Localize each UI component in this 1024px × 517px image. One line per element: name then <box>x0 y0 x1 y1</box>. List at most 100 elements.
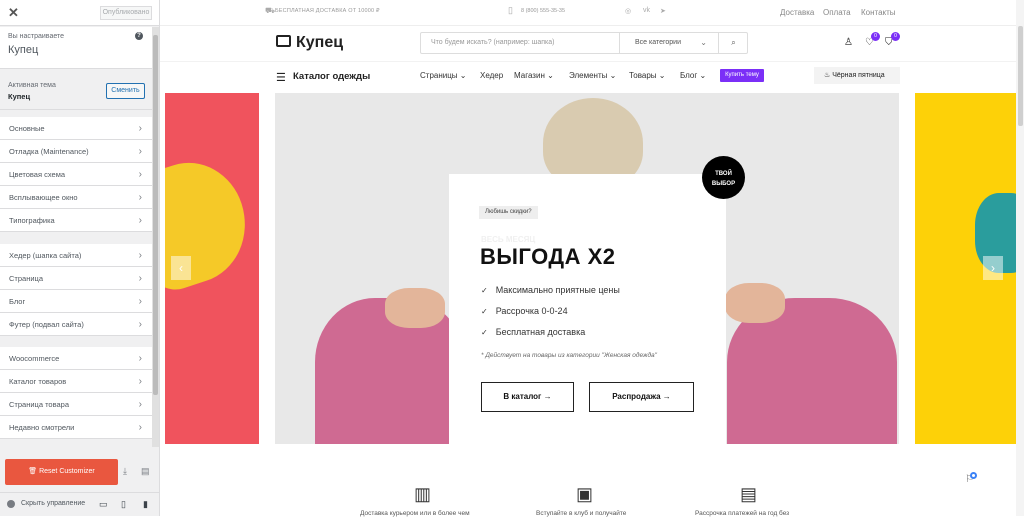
promo-feature: ✓ Максимально приятные цены <box>481 285 620 295</box>
chevron-right-icon: › <box>138 215 142 226</box>
free-shipping-text: ⛟ БЕСПЛАТНАЯ ДОСТАВКА ОТ 10000 ₽ <box>265 6 380 15</box>
close-icon[interactable]: ✕ <box>8 5 19 21</box>
chevron-right-icon: › <box>138 319 142 330</box>
hamburger-icon[interactable]: ☰ <box>276 71 286 84</box>
catalog-button[interactable]: В каталог → <box>481 382 574 412</box>
tablet-icon[interactable]: ▯ <box>121 499 126 510</box>
customizer-scrollbar[interactable] <box>152 27 159 447</box>
menu-item[interactable]: Основные › <box>0 117 152 140</box>
slider-next-arrow[interactable]: › <box>983 256 1003 280</box>
nav-elements[interactable]: Элементы ⌄ <box>569 71 616 80</box>
id-card-icon: ▣ <box>576 484 594 504</box>
search-form: Что будем искать? (например: шапка) Все … <box>420 32 748 54</box>
menu-item-label: Футер (подвал сайта) <box>9 320 84 329</box>
trash-icon: 🗑 <box>28 468 40 475</box>
slide-next-image <box>915 93 1024 444</box>
download-icon[interactable]: ⤓ <box>123 466 127 477</box>
menu-item-label: Отладка (Maintenance) <box>9 147 89 156</box>
menu-item[interactable]: Каталог товаров › <box>0 370 152 393</box>
promo-card: Любишь скидки? ВЕСЬ МЕСЯЦ ВЫГОДА Х2 ✓ Мак… <box>449 174 726 444</box>
customizing-label: Вы настраиваете <box>8 33 65 40</box>
category-select[interactable]: Все категории ⌄ <box>619 33 717 53</box>
catalog-menu[interactable]: Каталог одежды <box>293 71 370 82</box>
promo-feature: ✓ Рассрочка 0-0-24 <box>481 306 568 316</box>
publish-button[interactable]: Опубликовано <box>100 6 152 20</box>
instagram-icon[interactable]: ◎ <box>625 7 631 15</box>
nav-header[interactable]: Хедер <box>480 71 503 80</box>
phone-icon: ▯ <box>508 5 513 15</box>
menu-item[interactable]: Страница товара › <box>0 393 152 416</box>
phone-number[interactable]: ▯ 8 (800) 555-35-35 <box>508 5 565 15</box>
hide-controls-label[interactable]: Скрыть управление <box>21 500 85 507</box>
menu-group-layout: Хедер (шапка сайта) › Страница › Блог › Фут… <box>0 244 152 336</box>
chevron-right-icon: › <box>138 399 142 410</box>
check-icon: ✓ <box>481 307 488 316</box>
slider-prev-arrow[interactable]: ‹ <box>171 256 191 280</box>
desktop-icon[interactable]: ▭ <box>99 499 108 510</box>
site-topbar: ⛟ БЕСПЛАТНАЯ ДОСТАВКА ОТ 10000 ₽ ▯ 8 (800)… <box>160 0 1024 26</box>
main-nav: ☰ Каталог одежды Страницы ⌄ Хедер Магази… <box>160 61 1024 91</box>
menu-item[interactable]: Блог › <box>0 290 152 313</box>
menu-item-label: Страница <box>9 274 43 283</box>
chevron-right-icon: › <box>138 353 142 364</box>
site-title: Купец <box>8 44 39 56</box>
menu-item[interactable]: Недавно смотрели › <box>0 416 152 439</box>
black-friday-button[interactable]: ♨ Чёрная пятница <box>814 67 900 84</box>
chevron-right-icon: › <box>138 169 142 180</box>
chevron-right-icon: › <box>138 273 142 284</box>
user-icon[interactable]: ♙ <box>844 37 853 48</box>
menu-item[interactable]: Футер (подвал сайта) › <box>0 313 152 336</box>
buildings-icon: ▥ <box>414 484 432 504</box>
collapse-icon[interactable] <box>7 500 15 508</box>
nav-shop[interactable]: Магазин ⌄ <box>514 71 554 80</box>
page-scrollbar-thumb[interactable] <box>1018 26 1023 126</box>
help-icon[interactable]: ? <box>135 32 143 40</box>
vk-icon[interactable]: vk <box>643 7 650 14</box>
delivery-link[interactable]: Доставка <box>780 8 814 17</box>
nav-pages[interactable]: Страницы ⌄ <box>420 71 467 80</box>
chevron-right-icon: › <box>138 422 142 433</box>
menu-group-woocommerce: Woocommerce › Каталог товаров › Страница т… <box>0 347 152 439</box>
promo-feature: ✓ Бесплатная доставка <box>481 327 586 337</box>
menu-item[interactable]: Типографика › <box>0 209 152 232</box>
reset-customizer-button[interactable]: 🗑 Reset Customizer <box>5 459 118 485</box>
menu-item[interactable]: Хедер (шапка сайта) › <box>0 244 152 267</box>
search-button[interactable]: ⌕ <box>718 33 748 53</box>
sale-button[interactable]: Распродажа → <box>589 382 694 412</box>
contacts-link[interactable]: Контакты <box>861 8 896 17</box>
wallet-icon: ▤ <box>740 484 758 504</box>
check-icon: ✓ <box>481 328 488 337</box>
buy-theme-button[interactable]: Купить тему <box>720 69 764 82</box>
change-theme-button[interactable]: Сменить <box>106 83 145 99</box>
search-input[interactable]: Что будем искать? (например: шапка) <box>431 39 554 46</box>
menu-item-label: Woocommerce <box>9 354 60 363</box>
menu-item-label: Блог <box>9 297 26 306</box>
reset-label: Reset Customizer <box>39 468 95 475</box>
payment-link[interactable]: Оплата <box>823 8 851 17</box>
wallet-logo-icon[interactable] <box>276 35 291 47</box>
chevron-right-icon: › <box>138 123 142 134</box>
menu-item[interactable]: Отладка (Maintenance) › <box>0 140 152 163</box>
promo-subtitle: ВЕСЬ МЕСЯЦ <box>481 235 536 244</box>
menu-item[interactable]: Цветовая схема › <box>0 163 152 186</box>
scrollbar-thumb[interactable] <box>153 35 158 395</box>
chevron-right-icon: › <box>138 146 142 157</box>
customizer-header: ✕ Опубликовано <box>0 0 159 26</box>
your-choice-badge: ТВОЙ ВЫБОР <box>702 156 745 199</box>
nav-products[interactable]: Товары ⌄ <box>629 71 665 80</box>
wishlist-badge: 0 <box>871 32 880 41</box>
search-icon: ⌕ <box>731 38 736 47</box>
menu-item[interactable]: Всплывающее окно › <box>0 186 152 209</box>
menu-item[interactable]: Woocommerce › <box>0 347 152 370</box>
truck-icon: ⛟ <box>265 6 276 15</box>
menu-item-label: Всплывающее окно <box>9 193 78 202</box>
mobile-icon[interactable]: ▮ <box>143 499 148 510</box>
menu-item[interactable]: Страница › <box>0 267 152 290</box>
flame-icon: ♨ <box>824 72 833 79</box>
telegram-icon[interactable]: ➤ <box>660 7 666 15</box>
customizer-panel: ✕ Опубликовано Вы настраиваете ? Купец А… <box>0 0 160 516</box>
file-icon[interactable]: ▤ <box>141 466 150 477</box>
nav-blog[interactable]: Блог ⌄ <box>680 71 706 80</box>
site-logo[interactable]: Купец <box>296 34 343 52</box>
promo-tag: Любишь скидки? <box>479 206 538 219</box>
